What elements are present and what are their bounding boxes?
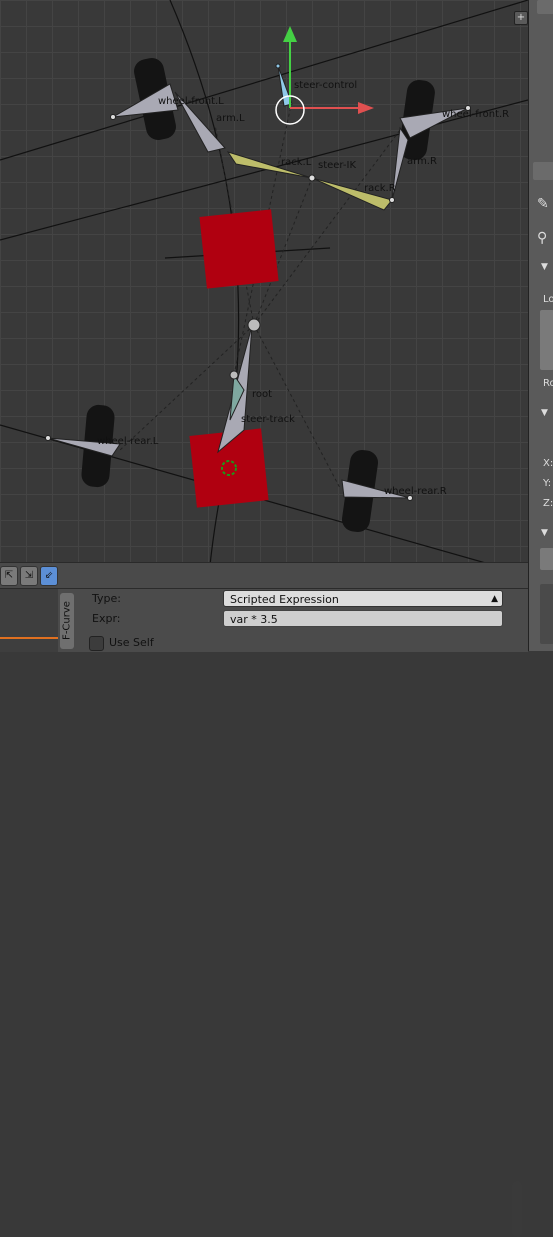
add-region-icon[interactable]: + <box>514 11 528 25</box>
region-toggle-icon[interactable] <box>537 0 553 14</box>
rig-canvas[interactable]: steer-control wheel-front.L arm.L wheel-… <box>0 0 528 588</box>
expression-value: var * 3.5 <box>230 613 278 626</box>
location-label: Lo <box>543 294 553 305</box>
driver-type-select[interactable]: Scripted Expression ▲ <box>223 590 503 607</box>
label-steer-ik: steer-IK <box>318 160 356 171</box>
snap-node-icon[interactable]: ⇲ <box>20 566 38 586</box>
axis-x-arrow-head[interactable] <box>358 102 374 114</box>
label-steer-track: steer-track <box>241 414 295 425</box>
tab-fcurve[interactable]: F-Curve <box>60 593 74 649</box>
label-root: root <box>252 389 272 400</box>
location-fields[interactable] <box>540 310 553 370</box>
bone-icon[interactable]: ⚲ <box>537 230 547 246</box>
label-rack-r: rack.R <box>364 183 396 194</box>
transform-manipulator[interactable] <box>275 26 374 125</box>
panel-scrollbar[interactable] <box>512 1181 522 1237</box>
front-marker <box>199 209 279 289</box>
axis-z-label: Z: <box>543 498 553 509</box>
label-arm-l: arm.L <box>216 113 245 124</box>
property-field[interactable] <box>540 548 553 570</box>
graph-region[interactable] <box>0 589 58 652</box>
use-self-checkbox[interactable] <box>89 636 104 651</box>
label-wheel-front-r: wheel-front.R <box>442 109 509 120</box>
label-wheel-rear-r: wheel-rear.R <box>384 486 447 497</box>
properties-region[interactable]: ✎ ⚲ ▼ Lo Ro ▼ X: Y: Z: ▼ <box>528 0 553 651</box>
snap-target-icon[interactable]: ⇱ <box>0 566 18 586</box>
label-wheel-rear-l: wheel-rear.L <box>97 436 159 447</box>
tab-fcurve-label: F-Curve <box>61 601 73 640</box>
expr-label: Expr: <box>92 612 121 625</box>
label-steer-control: steer-control <box>294 80 357 91</box>
panel-collapse-icon[interactable]: ▼ <box>541 262 548 272</box>
viewport-header: ⇱ ⇲ ⇙ <box>0 562 528 589</box>
chevron-updown-icon: ▲ <box>491 594 498 604</box>
use-self-label: Use Self <box>109 636 154 649</box>
panel-collapse-icon-2[interactable]: ▼ <box>541 408 548 418</box>
label-rack-l: rack.L <box>281 157 312 168</box>
3d-viewport[interactable]: steer-control wheel-front.L arm.L wheel-… <box>0 0 528 588</box>
type-label: Type: <box>92 592 121 605</box>
expression-field[interactable]: var * 3.5 <box>223 610 503 627</box>
driver-type-value: Scripted Expression <box>230 593 339 606</box>
view-menu-icon[interactable] <box>533 162 553 180</box>
property-list[interactable] <box>540 584 553 644</box>
panel-collapse-icon-3[interactable]: ▼ <box>541 528 548 538</box>
axis-y-arrow-head[interactable] <box>283 26 297 42</box>
axis-y-label: Y: <box>543 478 552 489</box>
label-wheel-front-l: wheel-front.L <box>158 96 224 107</box>
fcurve-line <box>0 637 58 639</box>
label-arm-r: arm.R <box>407 156 437 167</box>
rotation-label: Ro <box>543 378 553 389</box>
pin-icon[interactable]: ✎ <box>537 196 549 212</box>
axis-x-label: X: <box>543 458 553 469</box>
snap-pivot-icon[interactable]: ⇙ <box>40 566 58 586</box>
